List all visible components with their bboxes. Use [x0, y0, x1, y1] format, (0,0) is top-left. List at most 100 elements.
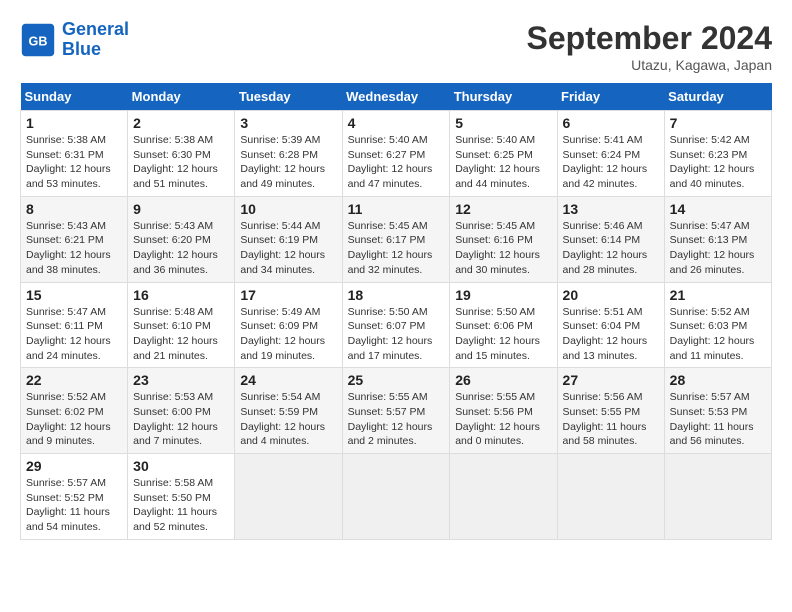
- calendar-cell: 1 Sunrise: 5:38 AM Sunset: 6:31 PM Dayli…: [21, 111, 128, 197]
- month-title: September 2024: [527, 20, 772, 57]
- day-info: Sunrise: 5:56 AM Sunset: 5:55 PM Dayligh…: [563, 390, 659, 449]
- calendar-cell: [235, 454, 342, 540]
- col-header-tuesday: Tuesday: [235, 83, 342, 111]
- calendar-week-5: 29 Sunrise: 5:57 AM Sunset: 5:52 PM Dayl…: [21, 454, 772, 540]
- day-info: Sunrise: 5:45 AM Sunset: 6:16 PM Dayligh…: [455, 219, 551, 278]
- calendar-cell: [664, 454, 771, 540]
- day-number: 23: [133, 372, 229, 388]
- day-info: Sunrise: 5:43 AM Sunset: 6:20 PM Dayligh…: [133, 219, 229, 278]
- day-number: 11: [348, 201, 445, 217]
- calendar-cell: 12 Sunrise: 5:45 AM Sunset: 6:16 PM Dayl…: [450, 196, 557, 282]
- calendar-cell: 11 Sunrise: 5:45 AM Sunset: 6:17 PM Dayl…: [342, 196, 450, 282]
- calendar-cell: 17 Sunrise: 5:49 AM Sunset: 6:09 PM Dayl…: [235, 282, 342, 368]
- day-number: 5: [455, 115, 551, 131]
- calendar-cell: 18 Sunrise: 5:50 AM Sunset: 6:07 PM Dayl…: [342, 282, 450, 368]
- day-info: Sunrise: 5:53 AM Sunset: 6:00 PM Dayligh…: [133, 390, 229, 449]
- day-info: Sunrise: 5:43 AM Sunset: 6:21 PM Dayligh…: [26, 219, 122, 278]
- title-block: September 2024 Utazu, Kagawa, Japan: [527, 20, 772, 73]
- calendar-cell: 8 Sunrise: 5:43 AM Sunset: 6:21 PM Dayli…: [21, 196, 128, 282]
- day-info: Sunrise: 5:41 AM Sunset: 6:24 PM Dayligh…: [563, 133, 659, 192]
- day-info: Sunrise: 5:38 AM Sunset: 6:31 PM Dayligh…: [26, 133, 122, 192]
- day-number: 4: [348, 115, 445, 131]
- day-number: 8: [26, 201, 122, 217]
- day-number: 30: [133, 458, 229, 474]
- col-header-wednesday: Wednesday: [342, 83, 450, 111]
- day-number: 28: [670, 372, 766, 388]
- calendar-cell: 14 Sunrise: 5:47 AM Sunset: 6:13 PM Dayl…: [664, 196, 771, 282]
- day-number: 7: [670, 115, 766, 131]
- day-number: 24: [240, 372, 336, 388]
- calendar-cell: 5 Sunrise: 5:40 AM Sunset: 6:25 PM Dayli…: [450, 111, 557, 197]
- day-info: Sunrise: 5:49 AM Sunset: 6:09 PM Dayligh…: [240, 305, 336, 364]
- day-info: Sunrise: 5:57 AM Sunset: 5:52 PM Dayligh…: [26, 476, 122, 535]
- calendar-cell: 24 Sunrise: 5:54 AM Sunset: 5:59 PM Dayl…: [235, 368, 342, 454]
- calendar-cell: 9 Sunrise: 5:43 AM Sunset: 6:20 PM Dayli…: [128, 196, 235, 282]
- calendar-cell: 13 Sunrise: 5:46 AM Sunset: 6:14 PM Dayl…: [557, 196, 664, 282]
- col-header-sunday: Sunday: [21, 83, 128, 111]
- calendar-table: SundayMondayTuesdayWednesdayThursdayFrid…: [20, 83, 772, 540]
- day-number: 13: [563, 201, 659, 217]
- calendar-cell: 30 Sunrise: 5:58 AM Sunset: 5:50 PM Dayl…: [128, 454, 235, 540]
- day-info: Sunrise: 5:40 AM Sunset: 6:27 PM Dayligh…: [348, 133, 445, 192]
- day-number: 27: [563, 372, 659, 388]
- location: Utazu, Kagawa, Japan: [527, 57, 772, 73]
- calendar-cell: 28 Sunrise: 5:57 AM Sunset: 5:53 PM Dayl…: [664, 368, 771, 454]
- col-header-saturday: Saturday: [664, 83, 771, 111]
- day-number: 12: [455, 201, 551, 217]
- day-number: 17: [240, 287, 336, 303]
- calendar-cell: 19 Sunrise: 5:50 AM Sunset: 6:06 PM Dayl…: [450, 282, 557, 368]
- calendar-cell: 26 Sunrise: 5:55 AM Sunset: 5:56 PM Dayl…: [450, 368, 557, 454]
- day-info: Sunrise: 5:55 AM Sunset: 5:56 PM Dayligh…: [455, 390, 551, 449]
- day-info: Sunrise: 5:55 AM Sunset: 5:57 PM Dayligh…: [348, 390, 445, 449]
- day-number: 10: [240, 201, 336, 217]
- day-number: 9: [133, 201, 229, 217]
- calendar-cell: 25 Sunrise: 5:55 AM Sunset: 5:57 PM Dayl…: [342, 368, 450, 454]
- day-info: Sunrise: 5:50 AM Sunset: 6:06 PM Dayligh…: [455, 305, 551, 364]
- calendar-cell: 20 Sunrise: 5:51 AM Sunset: 6:04 PM Dayl…: [557, 282, 664, 368]
- calendar-cell: 16 Sunrise: 5:48 AM Sunset: 6:10 PM Dayl…: [128, 282, 235, 368]
- day-info: Sunrise: 5:58 AM Sunset: 5:50 PM Dayligh…: [133, 476, 229, 535]
- day-number: 3: [240, 115, 336, 131]
- day-number: 16: [133, 287, 229, 303]
- calendar-cell: 3 Sunrise: 5:39 AM Sunset: 6:28 PM Dayli…: [235, 111, 342, 197]
- day-info: Sunrise: 5:48 AM Sunset: 6:10 PM Dayligh…: [133, 305, 229, 364]
- day-info: Sunrise: 5:42 AM Sunset: 6:23 PM Dayligh…: [670, 133, 766, 192]
- calendar-cell: [450, 454, 557, 540]
- col-header-friday: Friday: [557, 83, 664, 111]
- col-header-monday: Monday: [128, 83, 235, 111]
- day-number: 20: [563, 287, 659, 303]
- logo-icon: GB: [20, 22, 56, 58]
- calendar-cell: 27 Sunrise: 5:56 AM Sunset: 5:55 PM Dayl…: [557, 368, 664, 454]
- logo-text: General Blue: [62, 20, 129, 60]
- day-info: Sunrise: 5:54 AM Sunset: 5:59 PM Dayligh…: [240, 390, 336, 449]
- day-info: Sunrise: 5:51 AM Sunset: 6:04 PM Dayligh…: [563, 305, 659, 364]
- day-number: 19: [455, 287, 551, 303]
- day-info: Sunrise: 5:47 AM Sunset: 6:11 PM Dayligh…: [26, 305, 122, 364]
- day-info: Sunrise: 5:38 AM Sunset: 6:30 PM Dayligh…: [133, 133, 229, 192]
- calendar-cell: 2 Sunrise: 5:38 AM Sunset: 6:30 PM Dayli…: [128, 111, 235, 197]
- day-info: Sunrise: 5:52 AM Sunset: 6:02 PM Dayligh…: [26, 390, 122, 449]
- day-info: Sunrise: 5:45 AM Sunset: 6:17 PM Dayligh…: [348, 219, 445, 278]
- calendar-cell: 10 Sunrise: 5:44 AM Sunset: 6:19 PM Dayl…: [235, 196, 342, 282]
- day-info: Sunrise: 5:57 AM Sunset: 5:53 PM Dayligh…: [670, 390, 766, 449]
- day-number: 25: [348, 372, 445, 388]
- calendar-cell: [557, 454, 664, 540]
- day-info: Sunrise: 5:52 AM Sunset: 6:03 PM Dayligh…: [670, 305, 766, 364]
- day-number: 21: [670, 287, 766, 303]
- day-number: 18: [348, 287, 445, 303]
- day-number: 26: [455, 372, 551, 388]
- col-header-thursday: Thursday: [450, 83, 557, 111]
- calendar-week-2: 8 Sunrise: 5:43 AM Sunset: 6:21 PM Dayli…: [21, 196, 772, 282]
- day-info: Sunrise: 5:39 AM Sunset: 6:28 PM Dayligh…: [240, 133, 336, 192]
- calendar-week-1: 1 Sunrise: 5:38 AM Sunset: 6:31 PM Dayli…: [21, 111, 772, 197]
- calendar-body: 1 Sunrise: 5:38 AM Sunset: 6:31 PM Dayli…: [21, 111, 772, 540]
- calendar-week-3: 15 Sunrise: 5:47 AM Sunset: 6:11 PM Dayl…: [21, 282, 772, 368]
- calendar-cell: 23 Sunrise: 5:53 AM Sunset: 6:00 PM Dayl…: [128, 368, 235, 454]
- calendar-cell: 29 Sunrise: 5:57 AM Sunset: 5:52 PM Dayl…: [21, 454, 128, 540]
- day-number: 22: [26, 372, 122, 388]
- calendar-cell: 15 Sunrise: 5:47 AM Sunset: 6:11 PM Dayl…: [21, 282, 128, 368]
- calendar-cell: 22 Sunrise: 5:52 AM Sunset: 6:02 PM Dayl…: [21, 368, 128, 454]
- day-info: Sunrise: 5:40 AM Sunset: 6:25 PM Dayligh…: [455, 133, 551, 192]
- day-number: 14: [670, 201, 766, 217]
- day-number: 1: [26, 115, 122, 131]
